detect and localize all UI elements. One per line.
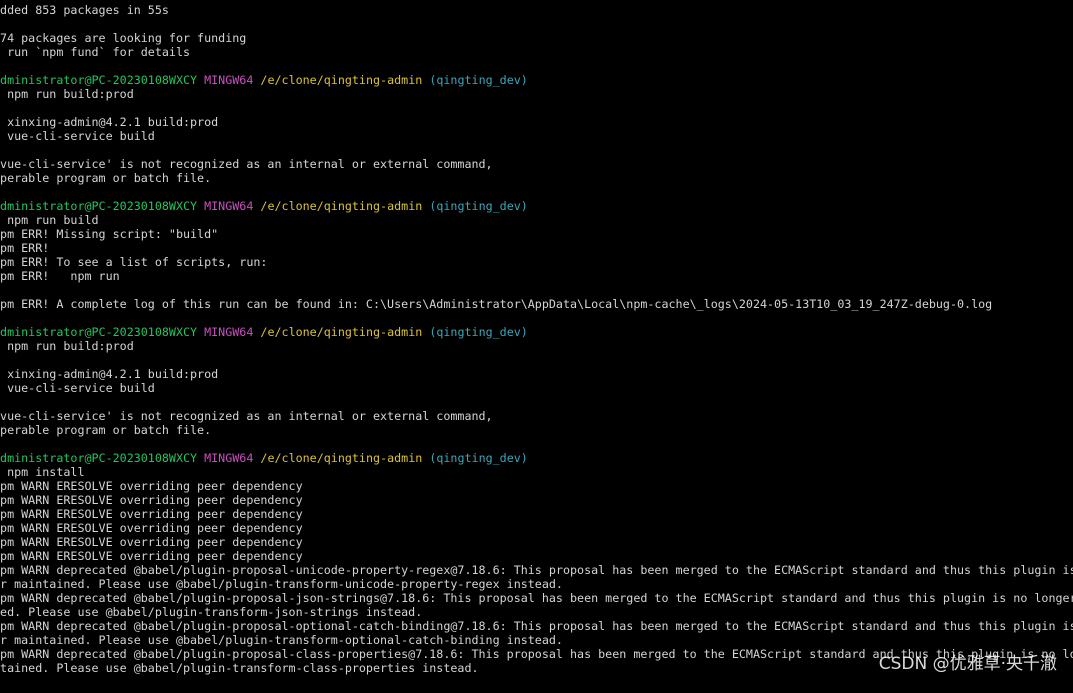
- terminal-text-path: /e/clone/qingting-admin: [260, 73, 423, 87]
- terminal-text-default: added 853 packages in 55s: [0, 3, 169, 17]
- terminal-line: Administrator@PC-20230108WXCY MINGW64 /e…: [0, 451, 1073, 465]
- terminal-text-default: npm WARN ERESOLVE overriding peer depend…: [0, 549, 303, 563]
- terminal-line: operable program or batch file.: [0, 423, 1073, 437]
- terminal-line: $ npm run build:prod: [0, 87, 1073, 101]
- terminal-line: npm WARN ERESOLVE overriding peer depend…: [0, 535, 1073, 549]
- terminal-text-default: er maintained. Please use @babel/plugin-…: [0, 577, 563, 591]
- terminal-line: npm ERR! npm run: [0, 269, 1073, 283]
- terminal-text-user-host: Administrator@PC-20230108WXCY: [0, 73, 198, 87]
- terminal-text-branch: (qingting_dev): [429, 451, 528, 465]
- terminal-text-default: npm ERR! A complete log of this run can …: [0, 297, 993, 311]
- terminal-line: 174 packages are looking for funding: [0, 31, 1073, 45]
- terminal-line: > vue-cli-service build: [0, 129, 1073, 143]
- terminal-text-default: operable program or batch file.: [0, 171, 212, 185]
- terminal-text-default: ned. Please use @babel/plugin-transform-…: [0, 605, 423, 619]
- terminal-line: ned. Please use @babel/plugin-transform-…: [0, 605, 1073, 619]
- terminal-line: er maintained. Please use @babel/plugin-…: [0, 633, 1073, 647]
- terminal-line: npm ERR! To see a list of scripts, run:: [0, 255, 1073, 269]
- terminal-line: > xinxing-admin@4.2.1 build:prod: [0, 367, 1073, 381]
- terminal-line: Administrator@PC-20230108WXCY MINGW64 /e…: [0, 73, 1073, 87]
- terminal-text-default: > xinxing-admin@4.2.1 build:prod: [0, 115, 219, 129]
- terminal-text-user-host: Administrator@PC-20230108WXCY: [0, 199, 198, 213]
- terminal-text-branch: (qingting_dev): [429, 199, 528, 213]
- terminal-text-default: npm WARN deprecated @babel/plugin-propos…: [0, 563, 1073, 577]
- terminal-line: 'vue-cli-service' is not recognized as a…: [0, 409, 1073, 423]
- terminal-text-default: 'vue-cli-service' is not recognized as a…: [0, 409, 493, 423]
- terminal-text-default: npm ERR!: [0, 241, 50, 255]
- terminal-text-path: /e/clone/qingting-admin: [260, 199, 423, 213]
- terminal-line: $ npm run build: [0, 213, 1073, 227]
- terminal-line: added 853 packages in 55s: [0, 3, 1073, 17]
- terminal-line: npm ERR! Missing script: "build": [0, 227, 1073, 241]
- terminal-line: > vue-cli-service build: [0, 381, 1073, 395]
- terminal-text-default: 174 packages are looking for funding: [0, 31, 247, 45]
- terminal-text-default: npm WARN ERESOLVE overriding peer depend…: [0, 535, 303, 549]
- terminal-line: npm WARN deprecated @babel/plugin-propos…: [0, 619, 1073, 633]
- terminal-line: npm WARN ERESOLVE overriding peer depend…: [0, 493, 1073, 507]
- csdn-watermark: CSDN @优雅草·央千澈: [878, 654, 1057, 674]
- terminal-text-default: npm ERR! To see a list of scripts, run:: [0, 255, 268, 269]
- terminal-text-default: > xinxing-admin@4.2.1 build:prod: [0, 367, 219, 381]
- terminal-text-mingw: MINGW64: [204, 325, 254, 339]
- terminal-text-default: operable program or batch file.: [0, 423, 212, 437]
- terminal-text-default: npm WARN ERESOLVE overriding peer depend…: [0, 507, 303, 521]
- terminal-text-default: $ npm run build:prod: [0, 87, 134, 101]
- terminal-text-user-host: Administrator@PC-20230108WXCY: [0, 451, 198, 465]
- terminal-text-default: run `npm fund` for details: [0, 45, 191, 59]
- terminal-line: npm WARN ERESOLVE overriding peer depend…: [0, 521, 1073, 535]
- terminal-text-default: 'vue-cli-service' is not recognized as a…: [0, 157, 493, 171]
- terminal-line: npm ERR!: [0, 241, 1073, 255]
- terminal-text-default: > vue-cli-service build: [0, 381, 155, 395]
- terminal-line: Administrator@PC-20230108WXCY MINGW64 /e…: [0, 199, 1073, 213]
- terminal-line: Administrator@PC-20230108WXCY MINGW64 /e…: [0, 325, 1073, 339]
- terminal-text-default: > vue-cli-service build: [0, 129, 155, 143]
- terminal-text-mingw: MINGW64: [204, 199, 254, 213]
- terminal-line: npm WARN ERESOLVE overriding peer depend…: [0, 507, 1073, 521]
- terminal-line: npm ERR! A complete log of this run can …: [0, 297, 1073, 311]
- terminal-line: $ npm install: [0, 465, 1073, 479]
- terminal-line: npm WARN deprecated @babel/plugin-propos…: [0, 591, 1073, 605]
- terminal-text-path: /e/clone/qingting-admin: [260, 451, 423, 465]
- terminal-text-path: /e/clone/qingting-admin: [260, 325, 423, 339]
- terminal-text-default: npm ERR! Missing script: "build": [0, 227, 219, 241]
- terminal-text-default: er maintained. Please use @babel/plugin-…: [0, 633, 563, 647]
- terminal-text-branch: (qingting_dev): [429, 73, 528, 87]
- terminal-text-mingw: MINGW64: [204, 73, 254, 87]
- terminal-text-branch: (qingting_dev): [429, 325, 528, 339]
- terminal-text-default: npm WARN deprecated @babel/plugin-propos…: [0, 619, 1073, 633]
- terminal-text-default: npm ERR! npm run: [0, 269, 120, 283]
- terminal-text-default: $ npm run build: [0, 213, 99, 227]
- terminal-text-mingw: MINGW64: [204, 451, 254, 465]
- terminal-text-default: npm WARN deprecated @babel/plugin-propos…: [0, 591, 1073, 605]
- terminal-line: npm WARN ERESOLVE overriding peer depend…: [0, 549, 1073, 563]
- terminal-text-user-host: Administrator@PC-20230108WXCY: [0, 325, 198, 339]
- terminal-line: operable program or batch file.: [0, 171, 1073, 185]
- terminal-output[interactable]: added 853 packages in 55s 174 packages ar…: [0, 3, 1073, 693]
- terminal-text-default: $ npm run build:prod: [0, 339, 134, 353]
- terminal-text-default: npm WARN ERESOLVE overriding peer depend…: [0, 479, 303, 493]
- terminal-line: npm WARN ERESOLVE overriding peer depend…: [0, 479, 1073, 493]
- terminal-text-default: npm WARN ERESOLVE overriding peer depend…: [0, 521, 303, 535]
- terminal-line: npm WARN deprecated @babel/plugin-propos…: [0, 563, 1073, 577]
- terminal-line: run `npm fund` for details: [0, 45, 1073, 59]
- terminal-text-default: npm WARN ERESOLVE overriding peer depend…: [0, 493, 303, 507]
- terminal-line: > xinxing-admin@4.2.1 build:prod: [0, 115, 1073, 129]
- terminal-line: $ npm run build:prod: [0, 339, 1073, 353]
- terminal-line: 'vue-cli-service' is not recognized as a…: [0, 157, 1073, 171]
- terminal-text-default: $ npm install: [0, 465, 85, 479]
- terminal-text-default: ntained. Please use @babel/plugin-transf…: [0, 661, 479, 675]
- terminal-line: er maintained. Please use @babel/plugin-…: [0, 577, 1073, 591]
